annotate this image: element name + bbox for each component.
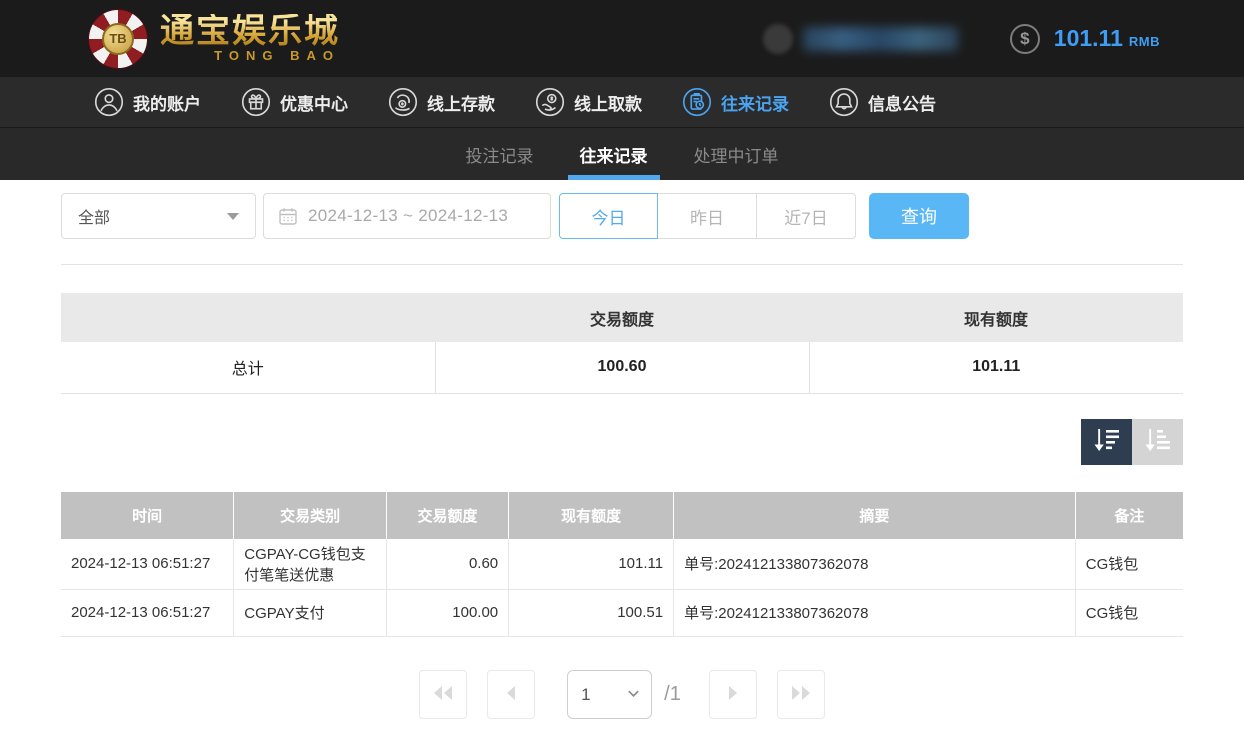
sort-controls xyxy=(61,419,1183,465)
nav-item-transaction-records[interactable]: 往来记录 xyxy=(682,87,789,117)
date-range-input[interactable]: 2024-12-13 ~ 2024-12-13 xyxy=(263,193,551,239)
sort-descending-button[interactable] xyxy=(1081,419,1132,465)
last7days-button[interactable]: 近7日 xyxy=(757,193,856,239)
tab-betting-records[interactable]: 投注记录 xyxy=(462,128,538,180)
pagination: 1 /1 xyxy=(61,670,1183,719)
sort-asc-icon xyxy=(1143,426,1173,457)
nav-item-my-account[interactable]: 我的账户 xyxy=(94,87,201,117)
dollar-coin-icon: $ xyxy=(1010,24,1040,54)
sub-tabs: 投注记录 往来记录 处理中订单 xyxy=(0,128,1244,180)
nav-item-withdraw[interactable]: 线上取款 xyxy=(535,87,642,117)
tab-pending-orders[interactable]: 处理中订单 xyxy=(690,128,783,180)
balance-currency: RMB xyxy=(1129,34,1160,49)
cell-summary: 单号:202412133807362078 xyxy=(674,539,1076,590)
summary-total-row: 总计 100.60 101.11 xyxy=(61,342,1183,393)
balance[interactable]: $ 101.11 RMB xyxy=(1010,24,1160,54)
summary-table: 交易额度 现有额度 总计 100.60 101.11 xyxy=(61,293,1183,394)
logo-chip-icon: TB xyxy=(88,9,148,69)
last-page-button[interactable] xyxy=(777,670,825,719)
logo-subtitle: TONG BAO xyxy=(214,48,340,63)
col-header-summary: 摘要 xyxy=(674,492,1076,539)
summary-header-empty xyxy=(61,293,435,342)
summary-current-amount: 101.11 xyxy=(809,342,1183,393)
type-select[interactable]: 全部 xyxy=(61,193,256,239)
sort-ascending-button[interactable] xyxy=(1132,419,1183,465)
filter-row: 全部 2024-12-13 ~ 2024-12-13 今日 昨日 近7日 查询 xyxy=(61,193,1183,239)
summary-transaction-amount: 100.60 xyxy=(435,342,809,393)
first-page-button[interactable] xyxy=(419,670,467,719)
nav-item-announcements[interactable]: 信息公告 xyxy=(829,87,936,117)
tab-transaction-records[interactable]: 往来记录 xyxy=(576,128,652,180)
top-header: TB 通宝娱乐城 TONG BAO $ 101.11 RMB xyxy=(0,0,1244,77)
last-page-icon xyxy=(790,685,812,704)
nav-item-promotions[interactable]: 优惠中心 xyxy=(241,87,348,117)
records-table: 时间 交易类别 交易额度 现有额度 摘要 备注 2024-12-13 06:51… xyxy=(61,492,1183,637)
cell-time: 2024-12-13 06:51:27 xyxy=(61,539,234,590)
col-header-type: 交易类别 xyxy=(234,492,387,539)
today-button[interactable]: 今日 xyxy=(559,193,658,239)
calendar-icon xyxy=(278,206,298,226)
total-pages-label: /1 xyxy=(664,683,681,706)
first-page-icon xyxy=(432,685,454,704)
main-nav: 我的账户 优惠中心 线上存款 xyxy=(0,77,1244,128)
cell-transaction-amount: 100.00 xyxy=(386,589,508,636)
user-icon xyxy=(94,87,124,117)
logo-title: 通宝娱乐城 xyxy=(160,14,340,50)
col-header-time: 时间 xyxy=(61,492,234,539)
next-page-icon xyxy=(722,685,744,704)
table-row: 2024-12-13 06:51:27 CGPAY支付 100.00 100.5… xyxy=(61,589,1183,636)
page-select[interactable]: 1 xyxy=(567,670,652,719)
avatar[interactable] xyxy=(763,24,793,54)
cell-remark: CG钱包 xyxy=(1075,539,1183,590)
col-header-current-amount: 现有额度 xyxy=(509,492,674,539)
col-header-transaction-amount: 交易额度 xyxy=(386,492,508,539)
logo-chip-text: TB xyxy=(102,23,134,55)
prev-page-icon xyxy=(500,685,522,704)
cell-summary: 单号:202412133807362078 xyxy=(674,589,1076,636)
table-row: 2024-12-13 06:51:27 CGPAY-CG钱包支付笔笔送优惠 0.… xyxy=(61,539,1183,590)
withdraw-icon xyxy=(535,87,565,117)
nav-item-deposit[interactable]: 线上存款 xyxy=(388,87,495,117)
cell-remark: CG钱包 xyxy=(1075,589,1183,636)
gift-icon xyxy=(241,87,271,117)
type-select-value: 全部 xyxy=(78,204,110,228)
cell-type: CGPAY支付 xyxy=(234,589,387,636)
col-header-remark: 备注 xyxy=(1075,492,1183,539)
summary-total-label: 总计 xyxy=(61,342,435,393)
cell-current-amount: 101.11 xyxy=(509,539,674,590)
chevron-down-icon xyxy=(227,213,239,220)
site-logo[interactable]: TB 通宝娱乐城 TONG BAO xyxy=(88,9,340,69)
prev-page-button[interactable] xyxy=(487,670,535,719)
balance-amount: 101.11 xyxy=(1054,25,1123,52)
username-redacted[interactable] xyxy=(803,27,958,51)
cell-time: 2024-12-13 06:51:27 xyxy=(61,589,234,636)
records-icon xyxy=(682,87,712,117)
summary-header-transaction-amount: 交易额度 xyxy=(435,293,809,342)
summary-header-current-amount: 现有额度 xyxy=(809,293,1183,342)
bell-icon xyxy=(829,87,859,117)
yesterday-button[interactable]: 昨日 xyxy=(658,193,757,239)
cell-current-amount: 100.51 xyxy=(509,589,674,636)
quick-date-buttons: 今日 昨日 近7日 xyxy=(559,193,856,239)
query-button[interactable]: 查询 xyxy=(869,193,969,239)
cell-transaction-amount: 0.60 xyxy=(386,539,508,590)
cell-type: CGPAY-CG钱包支付笔笔送优惠 xyxy=(234,539,387,590)
section-divider xyxy=(61,264,1183,265)
next-page-button[interactable] xyxy=(709,670,757,719)
date-range-value: 2024-12-13 ~ 2024-12-13 xyxy=(308,206,508,226)
sort-desc-icon xyxy=(1092,426,1122,457)
deposit-icon xyxy=(388,87,418,117)
